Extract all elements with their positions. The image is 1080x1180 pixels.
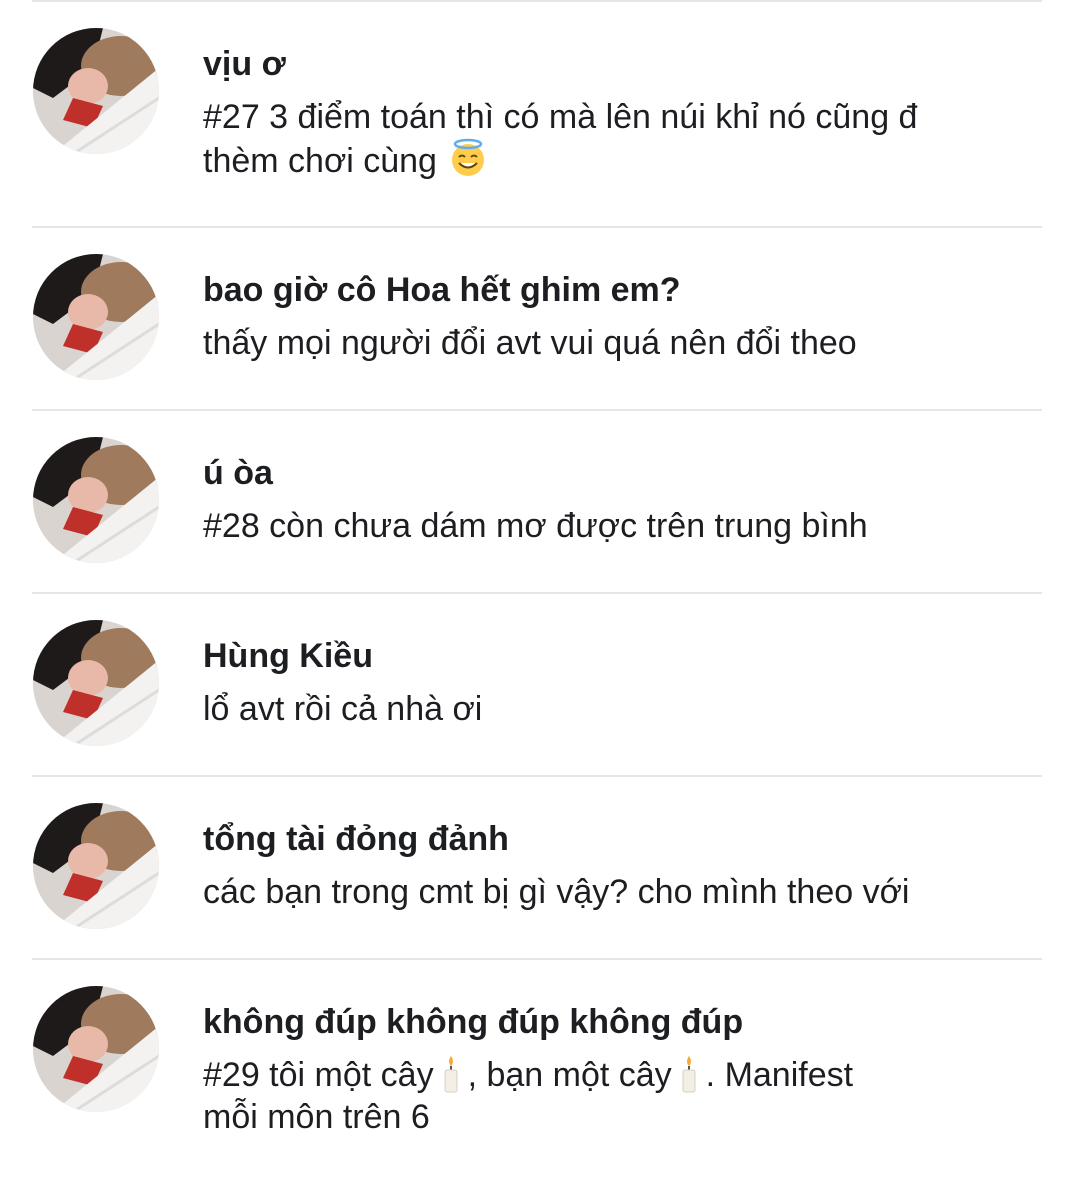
commenter-name[interactable]: tổng tài đỏng đảnh (203, 819, 509, 859)
commenter-name[interactable]: vịu ơ (203, 44, 286, 84)
avatar-photo (33, 803, 159, 929)
avatar-photo (33, 620, 159, 746)
avatar[interactable] (33, 254, 159, 380)
candle-icon (444, 1056, 458, 1093)
divider (32, 0, 1042, 2)
divider (32, 409, 1042, 411)
comment-line-wrap: thèm chơi cùng (203, 138, 993, 182)
commenter-name[interactable]: ú òa (203, 453, 273, 493)
comment-text: thấy mọi người đổi avt vui quá nên đổi t… (203, 324, 857, 362)
commenter-name[interactable]: bao giờ cô Hoa hết ghim em? (203, 270, 681, 310)
candle-icon (682, 1056, 696, 1093)
comment-line: . Manifest (705, 1056, 854, 1094)
comment-line: , bạn một cây (467, 1056, 672, 1094)
comment-line: #27 3 điểm toán thì có mà lên núi khỉ nó… (203, 98, 918, 136)
commenter-name[interactable]: Hùng Kiều (203, 636, 373, 676)
comment-text: lổ avt rồi cả nhà ơi (203, 690, 483, 728)
comment-text: #29 tôi một cây , bạn một cây . Manifest… (203, 1054, 993, 1138)
comment-line: thèm chơi cùng (203, 142, 437, 180)
avatar[interactable] (33, 28, 159, 154)
comment-line: #29 tôi một cây (203, 1056, 434, 1094)
comment-line-wrap: #29 tôi một cây , bạn một cây . Manifest (203, 1054, 993, 1096)
avatar[interactable] (33, 803, 159, 929)
comment-text: #28 còn chưa dám mơ được trên trung bình (203, 507, 868, 545)
comment-text: #27 3 điểm toán thì có mà lên núi khỉ nó… (203, 96, 993, 182)
avatar[interactable] (33, 437, 159, 563)
avatar-photo (33, 437, 159, 563)
divider (32, 775, 1042, 777)
divider (32, 592, 1042, 594)
avatar-photo (33, 28, 159, 154)
avatar-photo (33, 254, 159, 380)
divider (32, 958, 1042, 960)
divider (32, 226, 1042, 228)
smiling-face-with-halo-icon (452, 138, 485, 176)
commenter-name[interactable]: không đúp không đúp không đúp (203, 1002, 743, 1042)
avatar[interactable] (33, 986, 159, 1112)
avatar[interactable] (33, 620, 159, 746)
comment-feed: vịu ơ #27 3 điểm toán thì có mà lên núi … (0, 0, 1080, 1180)
comment-text: các bạn trong cmt bị gì vậy? cho mình th… (203, 873, 910, 911)
comment-line: mỗi môn trên 6 (203, 1098, 430, 1136)
avatar-photo (33, 986, 159, 1112)
